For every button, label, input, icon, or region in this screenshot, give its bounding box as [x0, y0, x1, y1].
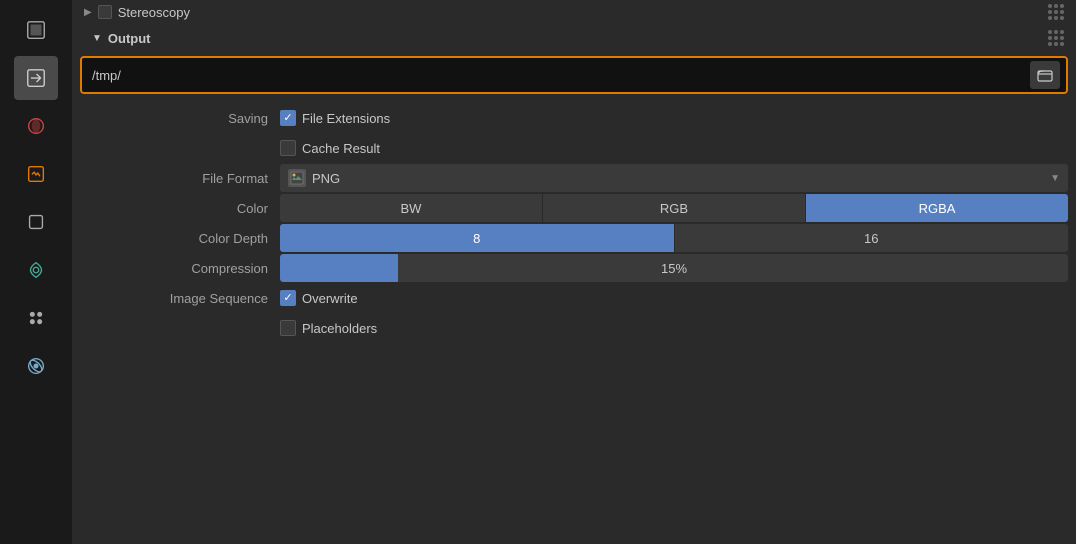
cache-result-value: Cache Result: [280, 140, 1068, 156]
placeholders-value: Placeholders: [280, 320, 1068, 336]
file-format-row: File Format PNG ▼: [80, 164, 1068, 192]
file-format-value-text: PNG: [312, 171, 340, 186]
file-format-label: File Format: [80, 171, 280, 186]
sidebar-icon-scene[interactable]: [14, 152, 58, 196]
cache-result-wrapper[interactable]: Cache Result: [280, 140, 380, 156]
placeholders-label: Placeholders: [302, 321, 377, 336]
sidebar-icon-object[interactable]: [14, 200, 58, 244]
saving-row: Saving File Extensions: [80, 104, 1068, 132]
compression-label: Compression: [80, 261, 280, 276]
saving-label: Saving: [80, 111, 280, 126]
color-depth-16-button[interactable]: 16: [675, 224, 1069, 252]
sidebar: [0, 0, 72, 544]
sidebar-icon-modifier[interactable]: [14, 248, 58, 292]
main-panel: ▶ Stereoscopy ▼ Output /tmp/: [72, 0, 1076, 544]
output-collapse-arrow: ▼: [92, 33, 102, 44]
stereoscopy-dots[interactable]: [1048, 4, 1064, 20]
file-format-dropdown[interactable]: PNG ▼: [280, 164, 1068, 192]
placeholders-row: Placeholders: [80, 314, 1068, 342]
stereoscopy-row: ▶ Stereoscopy: [72, 0, 1076, 24]
stereoscopy-label: Stereoscopy: [118, 5, 190, 20]
sidebar-icon-physics[interactable]: [14, 344, 58, 388]
color-bw-button[interactable]: BW: [280, 194, 542, 222]
output-dots[interactable]: [1048, 30, 1064, 46]
color-depth-label: Color Depth: [80, 231, 280, 246]
file-format-chevron-icon: ▼: [1050, 173, 1060, 184]
color-rgb-button[interactable]: RGB: [543, 194, 805, 222]
overwrite-checkbox[interactable]: [280, 290, 296, 306]
compression-value-container: 15%: [280, 254, 1068, 282]
image-sequence-label: Image Sequence: [80, 291, 280, 306]
sidebar-icon-render[interactable]: [14, 8, 58, 52]
output-path-input[interactable]: /tmp/: [92, 68, 1026, 83]
color-rgba-button[interactable]: RGBA: [806, 194, 1068, 222]
file-extensions-wrapper[interactable]: File Extensions: [280, 110, 390, 126]
color-value: BW RGB RGBA: [280, 194, 1068, 222]
cache-result-row: Cache Result: [80, 134, 1068, 162]
sidebar-icon-output[interactable]: [14, 56, 58, 100]
saving-value: File Extensions: [280, 110, 1068, 126]
format-icon: [288, 169, 306, 187]
output-path-row: /tmp/: [80, 56, 1068, 94]
cache-result-checkbox[interactable]: [280, 140, 296, 156]
overwrite-label: Overwrite: [302, 291, 358, 306]
output-section-header[interactable]: ▼ Output: [72, 24, 1076, 52]
cache-result-label: Cache Result: [302, 141, 380, 156]
output-properties: Saving File Extensions Cache Result File…: [72, 100, 1076, 348]
color-button-group: BW RGB RGBA: [280, 194, 1068, 222]
output-section-title: Output: [108, 31, 151, 46]
compression-row: Compression 15%: [80, 254, 1068, 282]
file-extensions-checkbox[interactable]: [280, 110, 296, 126]
sidebar-icon-viewlayer[interactable]: [14, 104, 58, 148]
sidebar-icon-particles[interactable]: [14, 296, 58, 340]
placeholders-checkbox[interactable]: [280, 320, 296, 336]
file-format-value: PNG ▼: [280, 164, 1068, 192]
file-extensions-label: File Extensions: [302, 111, 390, 126]
color-depth-value: 8 16: [280, 224, 1068, 252]
overwrite-wrapper[interactable]: Overwrite: [280, 290, 358, 306]
placeholders-wrapper[interactable]: Placeholders: [280, 320, 377, 336]
output-path-browse-button[interactable]: [1030, 61, 1060, 89]
color-row: Color BW RGB RGBA: [80, 194, 1068, 222]
color-depth-8-button[interactable]: 8: [280, 224, 674, 252]
color-depth-row: Color Depth 8 16: [80, 224, 1068, 252]
color-depth-button-group: 8 16: [280, 224, 1068, 252]
stereoscopy-checkbox[interactable]: [98, 5, 112, 19]
compression-slider[interactable]: 15%: [280, 254, 1068, 282]
compression-display: 15%: [280, 261, 1068, 276]
color-label: Color: [80, 201, 280, 216]
stereoscopy-collapse-arrow[interactable]: ▶: [84, 7, 92, 18]
image-sequence-value: Overwrite: [280, 290, 1068, 306]
image-sequence-row: Image Sequence Overwrite: [80, 284, 1068, 312]
